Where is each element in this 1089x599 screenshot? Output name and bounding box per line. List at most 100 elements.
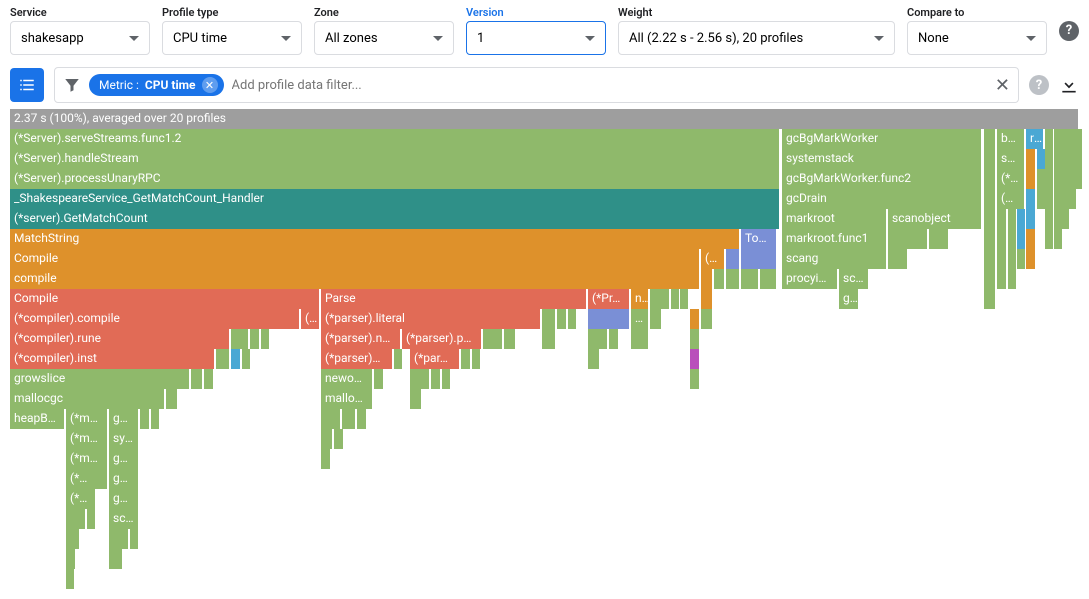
flame-cell[interactable] [1008, 249, 1017, 269]
flame-cell[interactable] [204, 369, 214, 389]
flame-cell[interactable] [394, 349, 403, 369]
flame-cell[interactable] [1068, 189, 1077, 209]
help-icon[interactable]: ? [1059, 21, 1079, 41]
flame-cell[interactable] [888, 249, 908, 269]
flame-cell[interactable] [588, 329, 608, 349]
flame-cell[interactable]: mallocgc [10, 389, 165, 409]
flame-cell[interactable] [726, 249, 740, 269]
flame-cell[interactable] [997, 209, 1007, 229]
flame-graph[interactable]: 2.37 s (100%), averaged over 20 profiles… [0, 109, 1089, 599]
flame-cell[interactable] [1008, 269, 1017, 289]
flame-cell[interactable]: (*… [66, 489, 96, 509]
flame-cell[interactable] [701, 289, 713, 309]
help-icon[interactable]: ? [1029, 75, 1049, 95]
flame-cell[interactable] [997, 249, 1007, 269]
chip-close-icon[interactable]: ✕ [202, 77, 218, 93]
flame-cell[interactable] [431, 369, 441, 389]
flame-cell[interactable] [588, 349, 600, 369]
flame-cell[interactable] [1008, 229, 1017, 249]
flame-cell[interactable] [109, 529, 129, 549]
flame-cell[interactable]: markroot [782, 209, 887, 229]
flame-cell[interactable]: gcDrain [782, 189, 982, 209]
flame-cell[interactable] [568, 309, 577, 329]
flame-cell[interactable] [984, 289, 996, 309]
flame-cell[interactable]: gc… [109, 489, 139, 509]
flame-cell[interactable] [166, 389, 178, 409]
flame-cell[interactable] [231, 329, 249, 349]
flame-cell[interactable]: (… [997, 189, 1025, 209]
flame-cell[interactable] [701, 309, 713, 329]
flame-cell[interactable]: Compile [10, 249, 700, 269]
flame-cell[interactable]: (*par… [410, 349, 460, 369]
flame-cell[interactable] [888, 229, 928, 249]
flame-cell[interactable]: malloc… [321, 389, 373, 409]
flame-cell[interactable] [690, 309, 700, 329]
flame-cell[interactable]: (*parser).ne… [321, 329, 401, 349]
flame-cell[interactable]: n… [631, 289, 649, 309]
flame-cell[interactable] [609, 329, 619, 349]
flame-cell[interactable] [242, 349, 251, 369]
flame-cell[interactable]: Compile [10, 289, 320, 309]
flame-cell[interactable]: g… [839, 289, 859, 309]
flame-cell[interactable] [1045, 209, 1054, 229]
flame-cell[interactable] [1074, 149, 1083, 169]
flame-cell[interactable] [997, 229, 1007, 249]
flame-cell[interactable] [741, 249, 777, 269]
flame-cell[interactable] [461, 349, 471, 369]
flame-cell[interactable]: gcBgMarkWorker [782, 129, 982, 149]
flame-cell[interactable] [714, 269, 725, 289]
flame-cell[interactable] [342, 409, 356, 429]
flame-cell[interactable] [929, 229, 949, 249]
flame-cell[interactable] [1045, 189, 1054, 209]
flame-cell[interactable] [231, 349, 241, 369]
flame-cell[interactable] [557, 309, 567, 329]
flame-cell[interactable] [109, 549, 123, 569]
flame-cell[interactable] [984, 269, 996, 289]
flame-cell[interactable]: growslice [10, 369, 190, 389]
flame-cell[interactable]: Parse [321, 289, 587, 309]
flame-cell[interactable] [151, 409, 160, 429]
flame-cell[interactable]: (*Pr… [588, 289, 630, 309]
download-icon[interactable] [1059, 75, 1079, 95]
flame-cell[interactable]: MatchString [10, 229, 740, 249]
flame-cell[interactable] [588, 309, 630, 329]
flame-cell[interactable] [1045, 149, 1054, 169]
flame-cell[interactable]: (*Server).handleStream [10, 149, 780, 169]
flame-cell[interactable]: (*parser).literal [321, 309, 541, 329]
flame-cell[interactable] [650, 309, 662, 329]
flame-cell[interactable]: newobj… [321, 369, 373, 389]
flame-cell[interactable] [984, 169, 996, 189]
flame-cell[interactable]: sys… [109, 429, 139, 449]
flame-cell[interactable]: (*compiler).inst [10, 349, 215, 369]
flame-cell[interactable] [504, 329, 516, 349]
flame-cell[interactable] [442, 369, 451, 389]
flame-cell[interactable]: markroot.func1 [782, 229, 887, 249]
flame-cell[interactable]: … [631, 309, 649, 329]
flame-cell[interactable] [1045, 229, 1054, 249]
flame-cell[interactable] [690, 349, 700, 369]
version-select[interactable]: 1 [466, 21, 606, 55]
flame-cell[interactable] [690, 369, 700, 389]
profile-type-select[interactable]: CPU time [162, 21, 302, 55]
flame-cell[interactable] [66, 529, 80, 549]
zone-select[interactable]: All zones [314, 21, 454, 55]
flame-cell[interactable] [66, 549, 76, 569]
flame-cell[interactable] [631, 329, 649, 349]
flame-cell[interactable] [1074, 169, 1083, 189]
flame-cell[interactable]: heapB… [10, 409, 65, 429]
flame-cell[interactable] [741, 269, 759, 289]
flame-cell[interactable] [66, 569, 75, 589]
flame-cell[interactable] [357, 409, 367, 429]
flame-cell[interactable]: scanobject [888, 209, 982, 229]
flame-cell[interactable] [130, 529, 139, 549]
flame-cell[interactable] [984, 229, 996, 249]
flame-cell[interactable] [261, 329, 270, 349]
flame-cell[interactable] [410, 389, 422, 409]
flame-cell[interactable]: re… [1026, 129, 1044, 149]
flame-cell[interactable] [216, 349, 230, 369]
filter-icon[interactable] [63, 76, 81, 94]
flame-cell[interactable]: (*Server).serveStreams.func1.2 [10, 129, 780, 149]
flame-cell[interactable] [726, 269, 740, 289]
flame-cell[interactable] [1045, 169, 1054, 189]
flame-cell[interactable] [701, 269, 713, 289]
